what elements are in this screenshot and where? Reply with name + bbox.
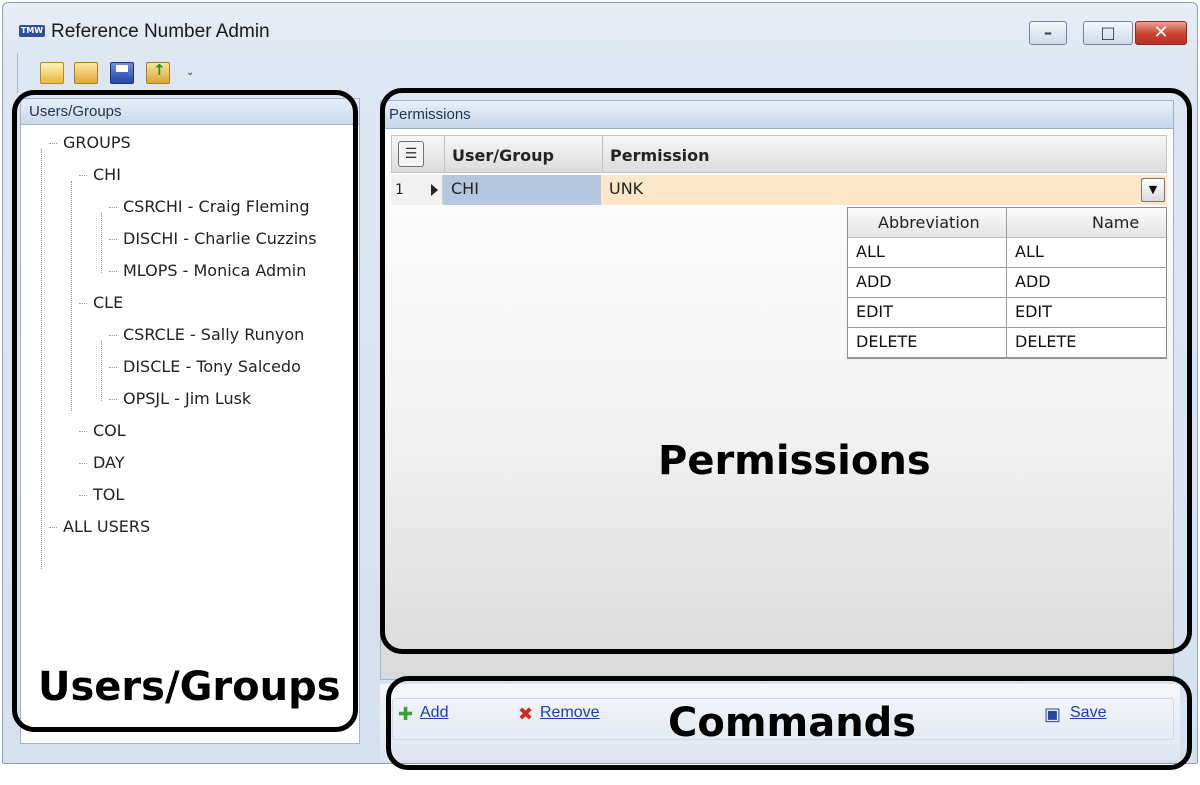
title-bar: TMW Reference Number Admin – □ ✕	[3, 3, 1197, 51]
maximize-button[interactable]: □	[1083, 21, 1133, 45]
users-groups-callout-label: Users/Groups	[38, 664, 341, 710]
close-button[interactable]: ✕	[1135, 21, 1187, 45]
window-title: Reference Number Admin	[51, 21, 270, 42]
maximize-icon: □	[1100, 23, 1116, 42]
toolbar-overflow-icon[interactable]: ⌄	[186, 67, 196, 78]
minimize-icon: –	[1044, 23, 1052, 42]
open-folder-icon[interactable]	[74, 62, 98, 84]
export-icon[interactable]	[146, 61, 170, 84]
users-groups-callout-box	[12, 90, 358, 732]
toolbar: ⌄	[17, 53, 207, 93]
permissions-callout-label: Permissions	[658, 438, 931, 484]
minimize-button[interactable]: –	[1029, 21, 1067, 45]
commands-callout-label: Commands	[668, 700, 917, 746]
new-folder-icon[interactable]	[40, 62, 64, 84]
save-disk-icon[interactable]	[110, 62, 134, 84]
app-logo-icon: TMW	[19, 25, 45, 37]
close-icon: ✕	[1153, 22, 1169, 43]
permissions-callout-box	[380, 88, 1192, 654]
